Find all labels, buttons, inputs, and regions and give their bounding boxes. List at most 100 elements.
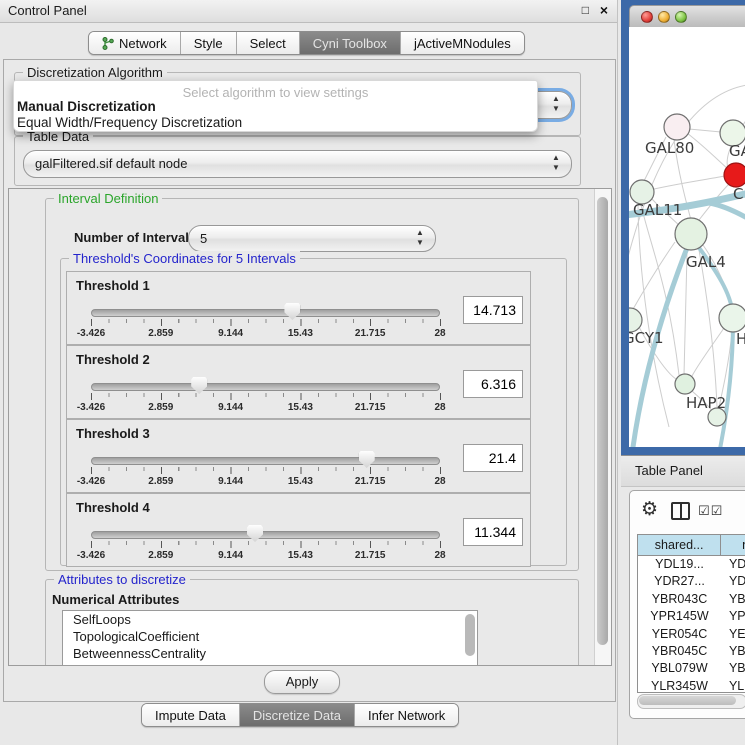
slider-thumb[interactable] (247, 525, 263, 542)
tab-select[interactable]: Select (236, 32, 299, 54)
numerical-attributes-list[interactable]: SelfLoops TopologicalCoefficient Between… (62, 610, 478, 666)
top-tab-bar: Network Style Select Cyni Toolbox jActiv… (88, 31, 525, 55)
zoom-traffic-light-icon[interactable] (675, 11, 687, 23)
node-gal4[interactable] (675, 218, 707, 250)
tab-infer-network-label: Infer Network (368, 708, 445, 723)
node-h[interactable] (719, 304, 745, 332)
slider-track[interactable] (91, 383, 440, 391)
threshold-4-value-input[interactable] (463, 518, 523, 546)
threshold-3-label: Threshold 3 (76, 426, 150, 441)
combo-arrows-icon: ▲▼ (550, 153, 562, 173)
number-of-intervals-label: Number of Intervals (74, 230, 196, 245)
table-row[interactable]: YBR043CYBR0 (638, 591, 745, 608)
tab-style[interactable]: Style (180, 32, 236, 54)
threshold-1-label: Threshold 1 (76, 278, 150, 293)
apply-button[interactable]: Apply (264, 670, 340, 694)
gear-icon[interactable]: ⚙ (641, 498, 658, 521)
threshold-2-value-input[interactable] (463, 370, 523, 398)
tab-style-label: Style (194, 36, 223, 51)
float-window-icon[interactable]: □ (582, 3, 589, 17)
node-red[interactable] (724, 163, 745, 187)
table-row[interactable]: YPR145WYPR1 (638, 608, 745, 625)
minimize-traffic-light-icon[interactable] (658, 11, 670, 23)
table-row[interactable]: YDR27...YDR2 (638, 573, 745, 590)
table-row[interactable]: YBR045CYBR0 (638, 643, 745, 660)
node-label-gcy1: GCY1 (629, 329, 664, 347)
table-data-combobox-value: galFiltered.sif default node (35, 156, 187, 171)
slider-major-ticks (91, 541, 441, 548)
threshold-1-value-input[interactable] (463, 296, 523, 324)
slider-track[interactable] (91, 531, 440, 539)
tab-impute-data[interactable]: Impute Data (142, 704, 239, 726)
table-hscrollbar-thumb[interactable] (639, 696, 736, 705)
control-panel-window: Control Panel □ × Network Style Select (0, 0, 618, 745)
tab-select-label: Select (250, 36, 286, 51)
thresholds-group: Threshold's Coordinates for 5 Intervals … (60, 258, 567, 566)
thresholds-group-title: Threshold's Coordinates for 5 Intervals (69, 251, 300, 266)
settings-vertical-scrollbar[interactable] (594, 189, 611, 665)
control-panel-titlebar[interactable]: Control Panel □ × (0, 0, 617, 23)
threshold-2-slider[interactable]: -3.426 2.859 9.144 15.43 21.715 28 (91, 376, 440, 416)
tab-discretize-data-label: Discretize Data (253, 708, 341, 723)
column-header-name[interactable]: na (721, 535, 745, 555)
node-table: shared... na YDL19...YDL1 YDR27...YDR2 Y… (637, 534, 745, 693)
node-hap2[interactable] (675, 374, 695, 394)
settings-scrollbar-thumb[interactable] (597, 197, 608, 645)
table-row[interactable]: YDL19...YDL1 (638, 556, 745, 573)
table-row[interactable]: YER054CYER0 (638, 626, 745, 643)
algorithm-option-manual[interactable]: Manual Discretization (17, 99, 156, 114)
close-window-icon[interactable]: × (600, 2, 608, 18)
tab-infer-network[interactable]: Infer Network (354, 704, 458, 726)
close-traffic-light-icon[interactable] (641, 11, 653, 23)
algorithm-option-equal-width[interactable]: Equal Width/Frequency Discretization (17, 115, 242, 130)
tab-impute-data-label: Impute Data (155, 708, 226, 723)
algorithm-dropdown-popup: Select algorithm to view settings Manual… (13, 80, 538, 132)
tab-cyni-toolbox[interactable]: Cyni Toolbox (299, 32, 400, 54)
list-scrollbar-thumb[interactable] (465, 614, 475, 656)
select-columns-checkboxes-icon[interactable]: ☑☑ (698, 503, 723, 519)
combo-arrows-icon: ▲▼ (550, 94, 562, 114)
tab-jactivemnodules[interactable]: jActiveMNodules (400, 32, 524, 54)
table-header-row: shared... na (638, 535, 745, 556)
number-of-intervals-combobox[interactable]: 5 ▲▼ (188, 225, 436, 252)
table-horizontal-scrollbar[interactable] (637, 694, 745, 709)
slider-thumb[interactable] (284, 303, 300, 320)
slider-major-ticks (91, 467, 441, 474)
node-gal80[interactable] (664, 114, 690, 140)
window-title: Control Panel (8, 3, 87, 18)
table-row[interactable]: YBL079WYBL0 (638, 660, 745, 677)
slider-major-ticks (91, 319, 441, 326)
list-item[interactable]: SelfLoops (63, 611, 477, 628)
tab-network-label: Network (119, 36, 167, 51)
node-label-gal11: GAL11 (633, 201, 682, 219)
number-of-intervals-value: 5 (200, 231, 207, 246)
threshold-2-label: Threshold 2 (76, 352, 150, 367)
threshold-row-2: Threshold 2 -3.426 2.859 9.144 15.43 (66, 345, 531, 419)
network-view-canvas[interactable]: GAL80 GA C GAL11 GAL4 GCY1 H HAP2 (629, 27, 745, 447)
table-data-combobox[interactable]: galFiltered.sif default node ▲▼ (23, 150, 572, 178)
split-columns-icon[interactable] (671, 502, 690, 520)
combo-arrows-icon: ▲▼ (414, 228, 426, 248)
network-window-titlebar[interactable] (629, 5, 745, 29)
screen: Control Panel □ × Network Style Select (0, 0, 745, 745)
slider-track[interactable] (91, 309, 440, 317)
list-item[interactable]: TopologicalCoefficient (63, 628, 477, 645)
threshold-3-slider[interactable]: -3.426 2.859 9.144 15.43 21.715 28 (91, 450, 440, 490)
table-panel: ⚙ ☑☑ shared... na YDL19...YDL1 YDR27...Y… (629, 490, 745, 719)
bottom-tab-bar: Impute Data Discretize Data Infer Networ… (141, 703, 459, 727)
threshold-4-slider[interactable]: -3.426 2.859 9.144 21.715 15.43 28 (91, 524, 440, 564)
tab-discretize-data[interactable]: Discretize Data (239, 704, 354, 726)
slider-thumb[interactable] (359, 451, 375, 468)
threshold-3-value-input[interactable] (463, 444, 523, 472)
interval-definition-title: Interval Definition (54, 191, 162, 206)
attributes-group-title: Attributes to discretize (54, 572, 190, 587)
tab-cyni-toolbox-label: Cyni Toolbox (313, 36, 387, 51)
table-row[interactable]: YLR345WYLR3 (638, 678, 745, 693)
slider-track[interactable] (91, 457, 440, 465)
numerical-attributes-label: Numerical Attributes (52, 592, 179, 607)
list-item[interactable]: BetweennessCentrality (63, 645, 477, 662)
slider-thumb[interactable] (191, 377, 207, 394)
threshold-1-slider[interactable]: -3.426 2.859 9.144 15.43 21.715 28 (91, 302, 440, 342)
column-header-shared-name[interactable]: shared... (638, 535, 721, 555)
tab-network[interactable]: Network (89, 32, 180, 54)
